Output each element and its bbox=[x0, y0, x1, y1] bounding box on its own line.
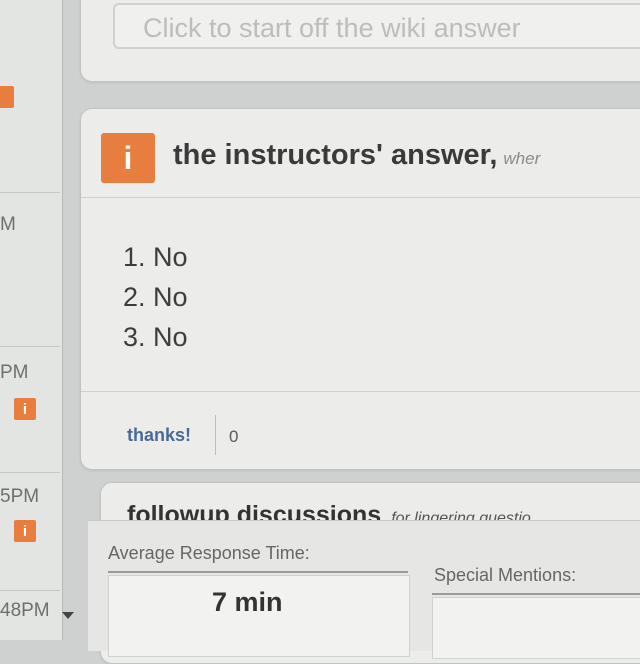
feed-divider bbox=[0, 472, 60, 473]
feed-divider bbox=[0, 192, 60, 193]
feed-time: M bbox=[0, 214, 16, 235]
stats-bar: Average Response Time: 7 min Special Men… bbox=[88, 520, 640, 659]
avg-response-value: 7 min bbox=[212, 587, 283, 617]
thanks-count: 0 bbox=[229, 427, 239, 446]
answer-list-item: 2. No bbox=[123, 282, 188, 312]
feed-divider bbox=[0, 346, 60, 347]
answer-list-item: 1. No bbox=[123, 242, 188, 272]
feed-badge-icon: i bbox=[14, 520, 36, 542]
wiki-answer-card: Click to start off the wiki answer bbox=[80, 0, 640, 82]
feed-time: PM bbox=[0, 362, 29, 383]
answer-title-sub: wher bbox=[503, 149, 541, 168]
feed-badge-icon bbox=[0, 86, 14, 108]
answer-list-item: 3. No bbox=[123, 322, 188, 352]
special-mentions-label: Special Mentions: bbox=[434, 565, 577, 585]
instructors-answer-card: i the instructors' answer, wher 1. No 2. … bbox=[80, 108, 640, 470]
feed-sidebar: M PM i 5PM i 48PM bbox=[0, 0, 63, 640]
feed-badge-icon: i bbox=[14, 398, 36, 420]
feed-time: 48PM bbox=[0, 600, 50, 621]
thanks-button[interactable]: thanks! bbox=[127, 425, 191, 446]
feed-time: 5PM bbox=[0, 486, 40, 507]
stat-underline bbox=[108, 571, 408, 573]
answer-header: i the instructors' answer, wher bbox=[81, 109, 640, 198]
special-mentions-box bbox=[432, 597, 640, 659]
answer-title-text: the instructors' answer, bbox=[173, 139, 498, 171]
answer-list: 1. No 2. No 3. No bbox=[123, 237, 188, 357]
scroll-down-icon[interactable] bbox=[62, 612, 74, 619]
answer-title: the instructors' answer, wher bbox=[173, 139, 540, 172]
thanks-divider bbox=[215, 415, 216, 455]
stat-underline bbox=[432, 593, 640, 595]
feed-divider bbox=[0, 590, 60, 591]
wiki-answer-input[interactable]: Click to start off the wiki answer bbox=[113, 3, 640, 49]
info-icon: i bbox=[101, 133, 155, 183]
avg-response-label: Average Response Time: bbox=[108, 543, 310, 563]
answer-footer-divider bbox=[81, 391, 640, 392]
